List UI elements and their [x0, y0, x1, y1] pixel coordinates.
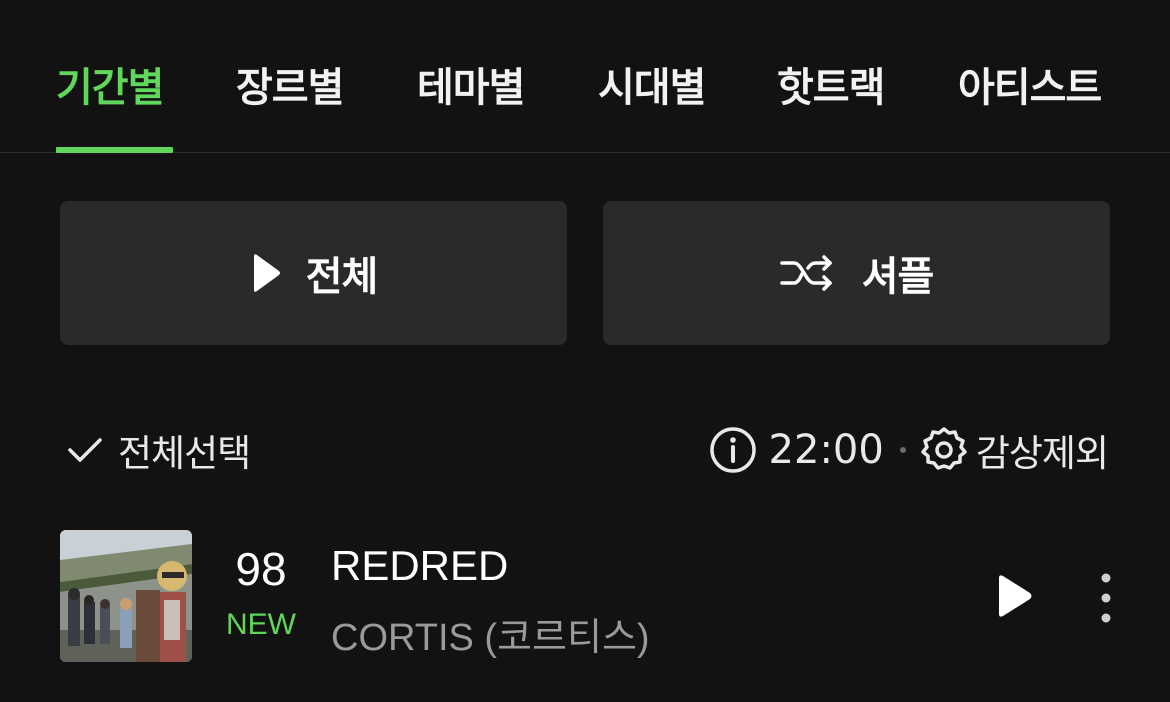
play-icon — [994, 574, 1034, 622]
shuffle-icon — [779, 253, 836, 293]
more-vertical-icon — [1094, 572, 1118, 628]
shuffle-label: 셔플 — [861, 254, 935, 300]
track-title[interactable]: REDRED — [331, 542, 508, 590]
select-all-button[interactable]: 전체선택 — [66, 420, 251, 480]
album-cover[interactable] — [60, 530, 192, 662]
track-row[interactable]: 98 NEW REDRED CORTIS (코르티스) — [0, 528, 1170, 664]
rank-number: 98 — [235, 543, 287, 595]
category-tabs: 기간별 장르별 테마별 시대별 핫트랙 아티스트 — [0, 0, 1170, 153]
play-all-button[interactable]: 전체 — [60, 201, 567, 345]
shuffle-button[interactable]: 셔플 — [603, 201, 1110, 345]
total-time: 22:00 — [768, 427, 884, 473]
track-play-button[interactable] — [994, 574, 1034, 618]
info-icon[interactable] — [709, 426, 757, 474]
separator-dot — [899, 447, 906, 453]
tab-genre[interactable]: 장르별 — [236, 58, 344, 118]
list-toolbar: 전체선택 22:00 감상제외 — [0, 420, 1170, 480]
active-tab-indicator — [56, 147, 173, 153]
play-icon — [250, 253, 282, 293]
right-tools: 22:00 감상제외 — [709, 420, 1109, 480]
exclude-label: 감상제외 — [975, 432, 1109, 475]
new-badge: NEW — [226, 608, 296, 641]
tab-hottrack[interactable]: 핫트랙 — [777, 58, 885, 118]
tab-period[interactable]: 기간별 — [56, 58, 164, 118]
exclude-button[interactable]: 감상제외 — [920, 423, 1109, 477]
tab-theme[interactable]: 테마별 — [417, 58, 525, 118]
more-options-button[interactable] — [1094, 572, 1118, 624]
gear-icon — [920, 426, 968, 474]
select-all-label: 전체선택 — [118, 432, 251, 475]
track-artist[interactable]: CORTIS (코르티스) — [331, 606, 650, 661]
play-all-label: 전체 — [305, 254, 379, 300]
tab-artist[interactable]: 아티스트 — [958, 58, 1102, 118]
tab-era[interactable]: 시대별 — [598, 58, 706, 118]
check-icon — [66, 435, 104, 465]
chart-screen: 기간별 장르별 테마별 시대별 핫트랙 아티스트 전체 셔플 전체선택 22:0… — [0, 0, 1170, 702]
